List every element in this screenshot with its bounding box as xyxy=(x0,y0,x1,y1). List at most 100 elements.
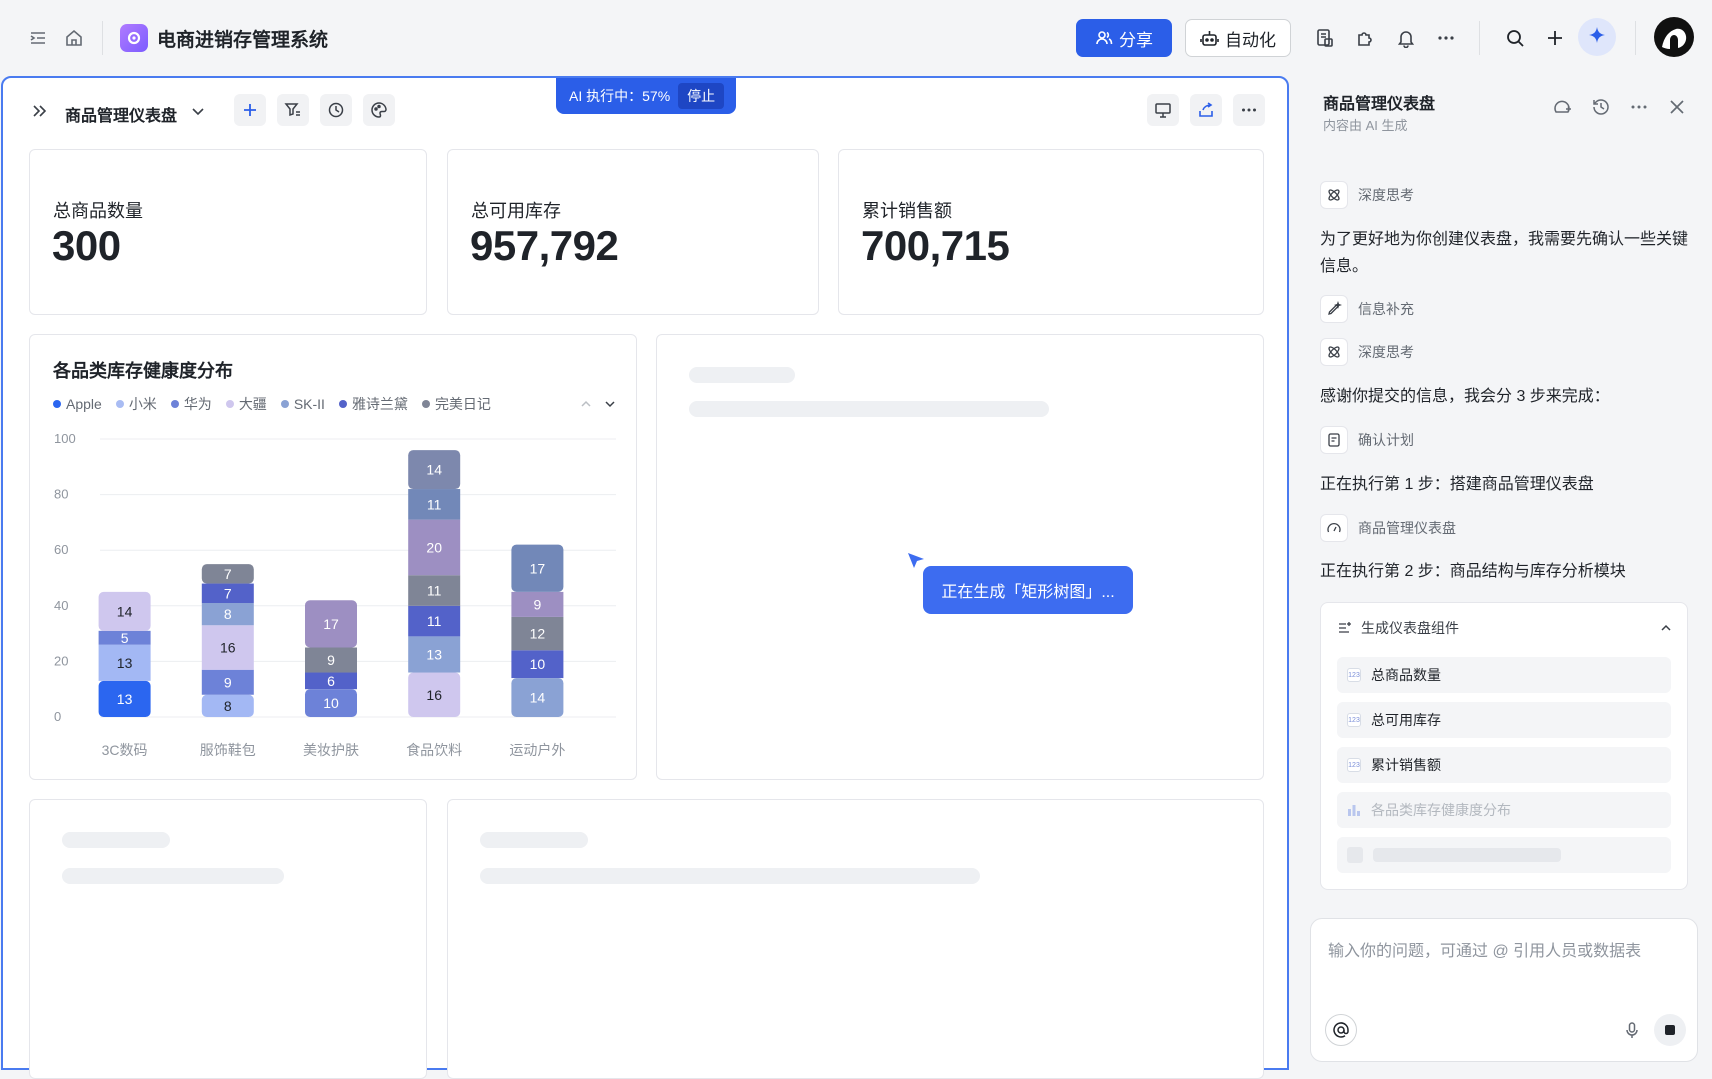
more-icon[interactable] xyxy=(1628,96,1650,118)
plan-doc-icon xyxy=(1320,426,1348,454)
stacked-bar-chart: 0 20 40 60 80 100 13 13 5 14 3C数码 8 9 16 8 7 7 服饰鞋包 10 6 9 17… xyxy=(54,431,616,758)
bar-value-label: 14 xyxy=(530,690,546,706)
more-options-button[interactable] xyxy=(1233,94,1265,126)
gen-item-total-sales[interactable]: 123 累计销售额 xyxy=(1337,747,1671,783)
kpi-card-total-sales[interactable]: 累计销售额 700,715 xyxy=(838,149,1264,315)
bar-value-label: 10 xyxy=(530,656,546,672)
x-tick-label: 食品饮料 xyxy=(406,742,462,758)
gen-item-label: 总可用库存 xyxy=(1371,712,1441,728)
bell-icon[interactable] xyxy=(1395,27,1417,49)
stop-generation-button[interactable] xyxy=(1654,1014,1686,1046)
chevron-down-icon[interactable] xyxy=(187,100,209,122)
legend-swatch xyxy=(170,400,179,408)
bar-value-label: 9 xyxy=(327,652,335,668)
ai-stop-button[interactable]: 停止 xyxy=(678,83,725,109)
add-widget-button[interactable] xyxy=(234,94,266,126)
bar-value-label: 9 xyxy=(534,596,542,612)
microphone-icon[interactable] xyxy=(1623,1021,1641,1039)
share-arrow-icon xyxy=(1199,102,1213,117)
chart-card-loading xyxy=(29,799,427,1079)
automation-button[interactable]: 自动化 xyxy=(1185,19,1291,57)
generate-components-panel: 生成仪表盘组件 123 总商品数量 123 总可用库存 123 累计销售额 各品… xyxy=(1320,602,1688,890)
plugin-icon[interactable] xyxy=(1354,27,1376,49)
gen-item-label: 总商品数量 xyxy=(1371,667,1441,683)
new-chat-icon[interactable] xyxy=(1551,96,1573,118)
chat-input[interactable]: 输入你的问题，可通过 @ 引用人员或数据表 xyxy=(1328,937,1641,961)
kpi-card-total-products[interactable]: 总商品数量 300 xyxy=(29,149,427,315)
x-tick-label: 美妆护肤 xyxy=(303,742,359,758)
bar-value-label: 12 xyxy=(530,626,546,642)
bar-value-label: 6 xyxy=(327,673,335,689)
skeleton-line xyxy=(62,832,170,848)
step-dashboard[interactable]: 商品管理仪表盘 xyxy=(1320,514,1456,542)
avatar[interactable] xyxy=(1654,17,1694,57)
ai-assistant-button[interactable] xyxy=(1578,18,1616,56)
legend-label: 雅诗兰黛 xyxy=(351,396,408,412)
kpi-value: 957,792 xyxy=(470,222,619,269)
gen-item-loading xyxy=(1337,837,1671,873)
gauge-icon xyxy=(1320,514,1348,542)
gen-item-total-products[interactable]: 123 总商品数量 xyxy=(1337,657,1671,693)
step-label: 信息补充 xyxy=(1358,301,1414,317)
search-icon[interactable] xyxy=(1504,27,1526,49)
more-icon xyxy=(1242,108,1256,112)
palette-icon xyxy=(371,102,387,118)
legend-item[interactable]: 大疆 xyxy=(225,394,267,414)
ai-cursor-icon xyxy=(908,553,924,568)
history-icon[interactable] xyxy=(1590,96,1612,118)
step-confirm-plan[interactable]: 确认计划 xyxy=(1320,426,1414,454)
chart-card-category-health[interactable]: 各品类库存健康度分布 Apple 小米 华为 大疆 SK-II 雅诗兰黛 完美日记 0 20 4… xyxy=(29,334,637,780)
filter-button[interactable] xyxy=(277,94,309,126)
side-panel-subtitle: 内容由 AI 生成 xyxy=(1323,118,1408,133)
more-icon[interactable] xyxy=(1435,27,1457,49)
gen-panel-header[interactable]: 生成仪表盘组件 xyxy=(1337,618,1459,638)
share-button[interactable]: 分享 xyxy=(1076,19,1172,57)
present-button[interactable] xyxy=(1147,94,1179,126)
bar-value-label: 13 xyxy=(426,646,442,662)
automation-button-label: 自动化 xyxy=(1225,30,1276,50)
bar-value-label: 14 xyxy=(426,462,442,478)
legend-item[interactable]: SK-II xyxy=(280,394,325,414)
bar-chart-icon xyxy=(1348,805,1360,816)
legend-item[interactable]: 华为 xyxy=(170,394,212,414)
template-icon[interactable] xyxy=(1314,27,1336,49)
bar-value-label: 7 xyxy=(224,585,232,601)
number-icon: 123 xyxy=(1347,758,1361,772)
chevron-up-icon[interactable] xyxy=(1659,621,1673,635)
legend-item[interactable]: 完美日记 xyxy=(421,394,491,414)
refresh-schedule-button[interactable] xyxy=(320,94,352,126)
gen-item-available-stock[interactable]: 123 总可用库存 xyxy=(1337,702,1671,738)
step-deep-think[interactable]: 深度思考 xyxy=(1320,181,1414,209)
expand-icon[interactable] xyxy=(29,100,51,122)
bar-value-label: 8 xyxy=(224,698,232,714)
close-icon[interactable] xyxy=(1666,96,1688,118)
step-label: 深度思考 xyxy=(1358,344,1414,360)
export-button[interactable] xyxy=(1190,94,1222,126)
chat-input-box[interactable]: 输入你的问题，可通过 @ 引用人员或数据表 xyxy=(1310,918,1698,1062)
dashboard-title[interactable]: 商品管理仪表盘 xyxy=(65,102,177,126)
step-info-supplement[interactable]: 信息补充 xyxy=(1320,295,1414,323)
legend-prev-icon[interactable] xyxy=(575,393,597,415)
home-icon[interactable] xyxy=(63,27,85,49)
plus-icon[interactable] xyxy=(1544,27,1566,49)
kpi-label: 总可用库存 xyxy=(471,201,561,221)
skeleton-line xyxy=(62,868,284,884)
gen-item-category-health[interactable]: 各品类库存健康度分布 xyxy=(1337,792,1671,828)
legend-item[interactable]: Apple xyxy=(53,394,102,414)
sidebar-toggle-icon[interactable] xyxy=(27,27,49,49)
kpi-label: 总商品数量 xyxy=(53,201,143,221)
mention-button[interactable] xyxy=(1325,1014,1357,1046)
legend-next-icon[interactable] xyxy=(599,393,621,415)
theme-button[interactable] xyxy=(363,94,395,126)
bar-value-label: 16 xyxy=(220,640,236,656)
kpi-card-available-stock[interactable]: 总可用库存 957,792 xyxy=(447,149,819,315)
step-deep-think-2[interactable]: 深度思考 xyxy=(1320,338,1414,366)
kpi-value: 300 xyxy=(52,222,121,269)
step-label: 深度思考 xyxy=(1358,187,1414,203)
step-label: 商品管理仪表盘 xyxy=(1358,520,1456,536)
bar-value-label: 11 xyxy=(427,496,442,512)
legend-item[interactable]: 雅诗兰黛 xyxy=(338,394,408,414)
app-logo xyxy=(120,24,148,52)
legend-item[interactable]: 小米 xyxy=(115,394,157,414)
bar-value-label: 5 xyxy=(121,630,129,646)
